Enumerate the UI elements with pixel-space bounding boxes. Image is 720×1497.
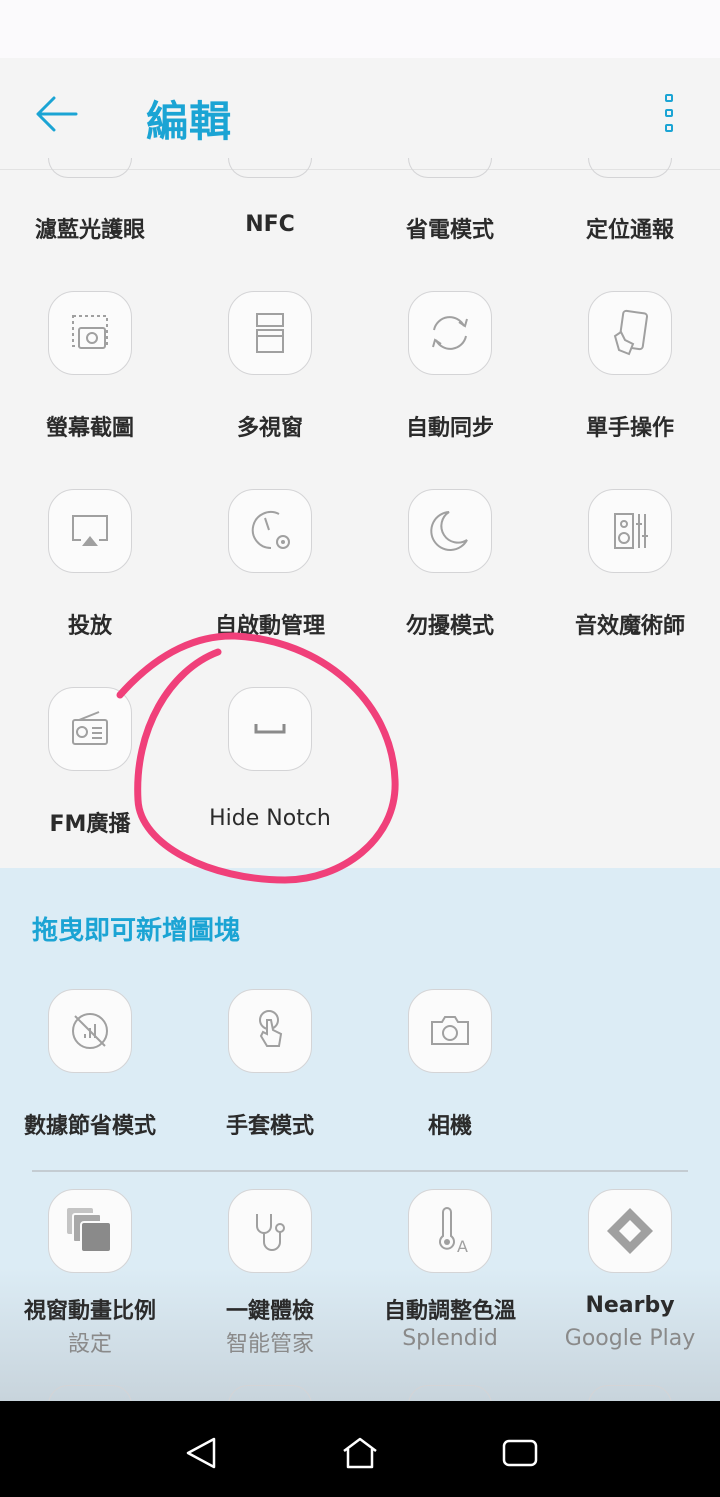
drawer-title: 拖曳即可新增圖塊 — [32, 916, 241, 946]
tile-label: 濾藍光護眼 — [34, 218, 145, 243]
tile-icon-partial — [408, 158, 492, 178]
add-tiles-drawer: 拖曳即可新增圖塊 數據節省模式 手套模式 相機 視窗動畫比例 設定 一鍵體檢 智… — [0, 868, 720, 1405]
tile-label: FM廣播 — [49, 812, 131, 837]
stethoscope-icon — [228, 1189, 312, 1273]
more-options-icon[interactable] — [656, 94, 684, 138]
status-bar — [0, 0, 720, 58]
drawer-divider — [32, 1170, 688, 1172]
tile-label: 多視窗 — [236, 416, 303, 441]
tile-label: Hide Notch — [209, 806, 331, 831]
hide-notch-icon — [228, 687, 312, 771]
tile-label: 省電模式 — [405, 218, 494, 243]
autostart-icon — [228, 489, 312, 573]
thermometer-icon: A — [408, 1189, 492, 1273]
tile-label: Nearby — [585, 1293, 675, 1318]
nav-back-icon[interactable] — [182, 1435, 218, 1471]
svg-text:A: A — [457, 1237, 468, 1256]
tile-label: 自啟動管理 — [214, 614, 325, 639]
audio-wizard-icon — [588, 489, 672, 573]
window-animation-icon — [48, 1189, 132, 1273]
cast-icon — [48, 489, 132, 573]
tile-label: 數據節省模式 — [23, 1114, 156, 1139]
tile-label: 單手操作 — [585, 416, 674, 441]
glove-icon — [228, 989, 312, 1073]
page-title: 編輯 — [146, 97, 233, 146]
radio-icon — [48, 687, 132, 771]
tile-label: 定位通報 — [585, 218, 674, 243]
tile-label: NFC — [245, 212, 295, 237]
tile-label: 自動同步 — [405, 416, 494, 441]
moon-icon — [408, 489, 492, 573]
tile-icon-partial — [48, 158, 132, 178]
nav-recents-icon[interactable] — [500, 1437, 540, 1469]
back-arrow-icon[interactable] — [30, 90, 82, 138]
data-saver-icon — [48, 989, 132, 1073]
nearby-icon — [588, 1189, 672, 1273]
navigation-bar — [0, 1401, 720, 1497]
one-hand-icon — [588, 291, 672, 375]
tile-sublabel: 智能管家 — [225, 1332, 314, 1357]
tile-label: 手套模式 — [225, 1114, 314, 1139]
tile-label: 投放 — [67, 614, 112, 639]
multi-window-icon — [228, 291, 312, 375]
tile-sublabel: 設定 — [67, 1332, 112, 1357]
tile-sublabel: Google Play — [564, 1326, 696, 1351]
tile-sublabel: Splendid — [402, 1326, 498, 1351]
tile-label: 視窗動畫比例 — [23, 1299, 156, 1324]
tile-icon-partial — [588, 158, 672, 178]
nav-home-icon[interactable] — [340, 1435, 380, 1471]
tile-label: 相機 — [427, 1114, 472, 1139]
tile-label: 一鍵體檢 — [225, 1299, 314, 1324]
tile-label: 自動調整色溫 — [383, 1299, 516, 1324]
tile-label: 音效魔術師 — [574, 614, 685, 639]
screenshot-icon — [48, 291, 132, 375]
tile-label: 螢幕截圖 — [45, 416, 134, 441]
tile-icon-partial — [228, 158, 312, 178]
camera-icon — [408, 989, 492, 1073]
app-bar: 編輯 — [0, 58, 720, 170]
tile-label: 勿擾模式 — [405, 614, 494, 639]
sync-icon — [408, 291, 492, 375]
